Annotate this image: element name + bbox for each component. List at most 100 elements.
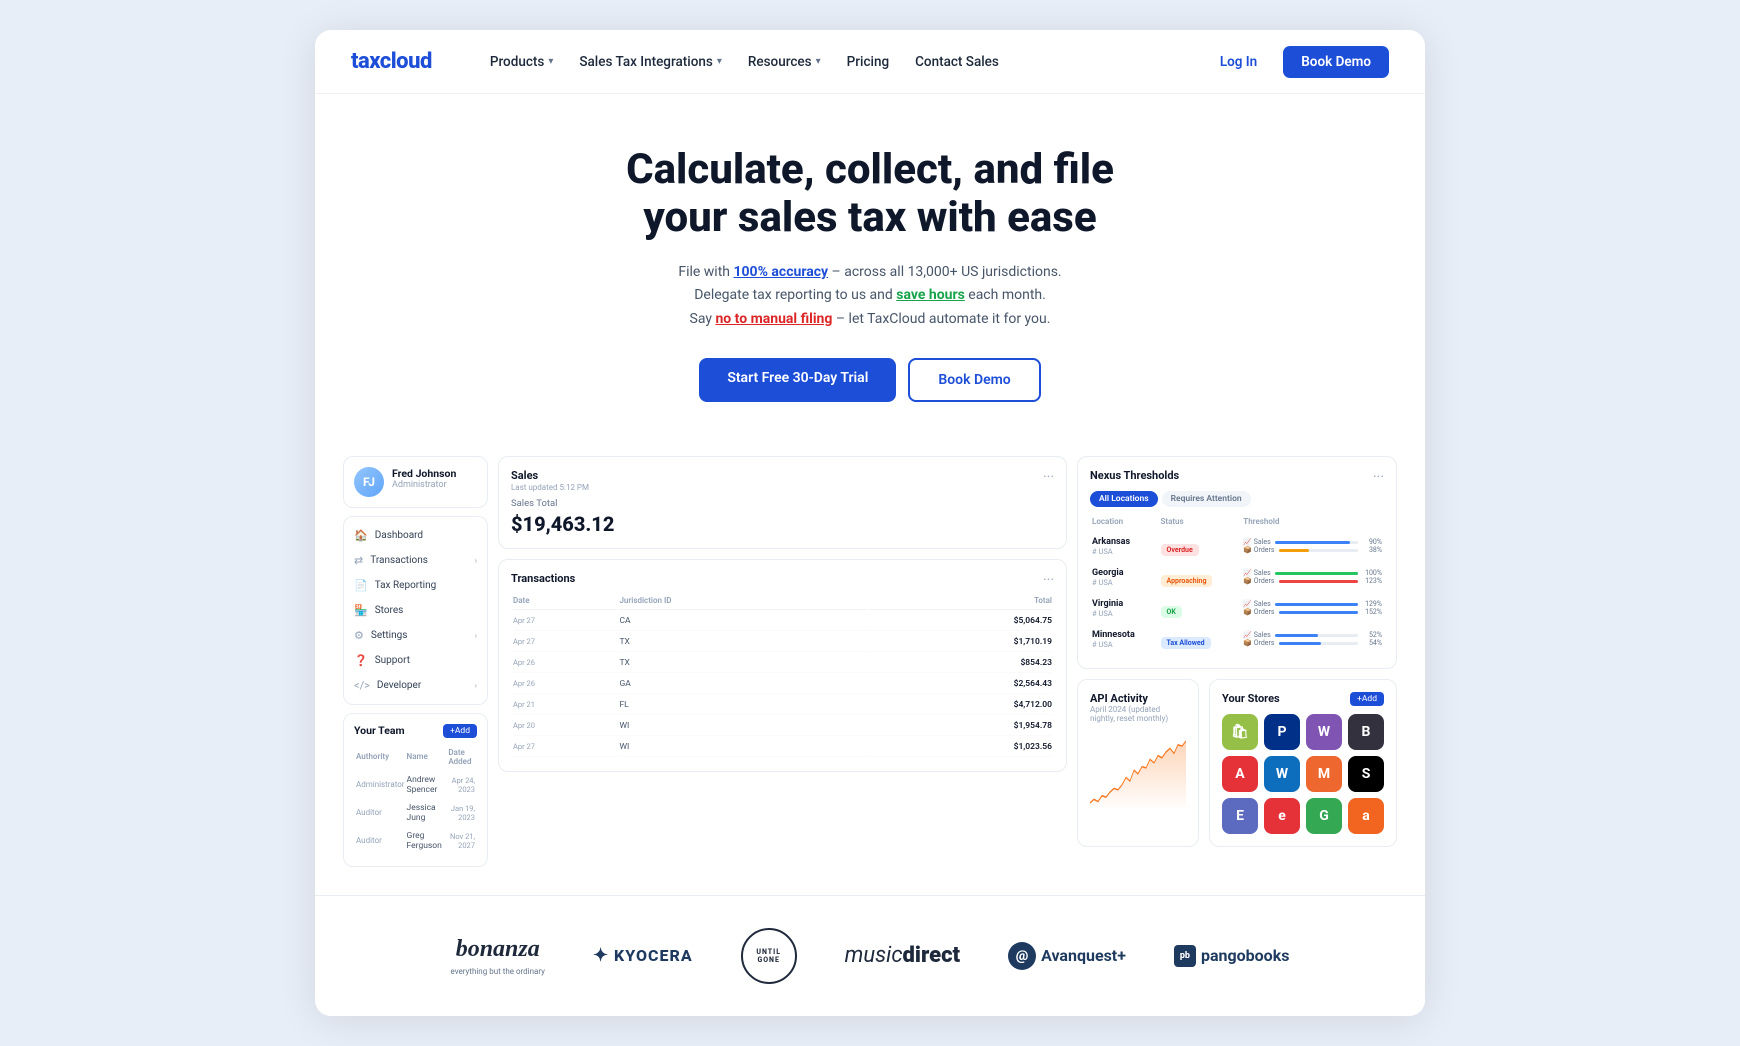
api-header: API Activity April 2024 (updated nightly… [1090, 692, 1186, 731]
sidebar-label: Transactions [370, 555, 428, 566]
transactions-table: Date Jurisdiction ID Total Apr 27 CA $5,… [511, 594, 1054, 759]
sidebar-label: Support [375, 655, 410, 666]
store-icon-google[interactable]: G [1306, 798, 1342, 834]
sales-total-label: Sales Total [511, 498, 1054, 509]
avatar: FJ [354, 467, 384, 497]
sidebar-item-developer[interactable]: </> Developer › [344, 673, 487, 698]
home-icon: 🏠 [354, 529, 368, 542]
add-team-button[interactable]: +Add [443, 724, 477, 738]
stores-card: Your Stores +Add 🛍PWBAWMSEeGa [1209, 679, 1397, 847]
store-icon-amazon[interactable]: A [1222, 756, 1258, 792]
nav-actions: Log In Book Demo [1204, 46, 1389, 78]
transactions-menu-button[interactable]: ··· [1043, 572, 1054, 588]
list-item: Auditor Jessica Jung Jan 19, 2023 [356, 800, 475, 826]
transactions-header: Transactions ··· [511, 572, 1054, 588]
table-row: Arkansas # USA Overdue 📈 Sales 90% 📦 Ord… [1092, 532, 1382, 561]
sidebar-item-transactions[interactable]: ⇄ Transactions › [344, 548, 487, 573]
sidebar-item-dashboard[interactable]: 🏠 Dashboard [344, 523, 487, 548]
chevron-down-icon: ▾ [816, 56, 821, 67]
right-panel: Nexus Thresholds ··· All Locations Requi… [1077, 456, 1397, 867]
sales-card-header: Sales Last updated 5:12 PM ··· [511, 469, 1054, 492]
chevron-down-icon: ▾ [548, 56, 553, 67]
sidebar-panel: FJ Fred Johnson Administrator 🏠 Dashboar… [343, 456, 488, 867]
nexus-tabs: All Locations Requires Attention [1090, 491, 1384, 507]
tab-requires-attention[interactable]: Requires Attention [1162, 491, 1251, 507]
transactions-title: Transactions [511, 572, 575, 585]
stores-title: Your Stores [1222, 692, 1280, 705]
chevron-right-icon: › [475, 681, 477, 690]
report-icon: 📄 [354, 579, 368, 592]
nav-products[interactable]: Products ▾ [480, 48, 564, 76]
sidebar-label: Tax Reporting [375, 580, 437, 591]
nexus-card: Nexus Thresholds ··· All Locations Requi… [1077, 456, 1397, 669]
col-total: Total [869, 596, 1052, 610]
store-icon-squarespace[interactable]: S [1348, 756, 1384, 792]
api-subtitle: April 2024 (updated nightly, reset month… [1090, 705, 1186, 723]
sidebar-item-tax-reporting[interactable]: 📄 Tax Reporting [344, 573, 487, 598]
chevron-right-icon: › [475, 556, 477, 565]
store-icon-woocommerce[interactable]: W [1306, 714, 1342, 750]
trial-button[interactable]: Start Free 30-Day Trial [699, 358, 896, 402]
team-card: Your Team +Add Authority Name Date Added… [343, 713, 488, 867]
logo-bonanza: bonanza everything but the ordinary [451, 936, 545, 976]
store-icon-ebay[interactable]: e [1264, 798, 1300, 834]
sales-subtitle: Last updated 5:12 PM [511, 483, 589, 492]
book-demo-button[interactable]: Book Demo [1283, 46, 1389, 78]
store-icon-other[interactable]: a [1348, 798, 1384, 834]
support-icon: ❓ [354, 654, 368, 667]
nav-sales-tax[interactable]: Sales Tax Integrations ▾ [569, 48, 732, 76]
logo-avanquest: @ Avanquest+ [1008, 942, 1126, 970]
col-authority: Authority [356, 748, 405, 770]
hero-section: Calculate, collect, and file your sales … [315, 94, 1425, 438]
api-title: API Activity [1090, 692, 1186, 705]
col-threshold: Threshold [1243, 517, 1382, 530]
col-date: Date [513, 596, 617, 610]
store-icon-paypal[interactable]: P [1264, 714, 1300, 750]
transactions-card: Transactions ··· Date Jurisdiction ID To… [498, 559, 1067, 772]
sidebar-item-stores[interactable]: 🏪 Stores [344, 598, 487, 623]
sales-total-value: $19,463.12 [511, 512, 1054, 536]
login-button[interactable]: Log In [1204, 47, 1273, 77]
sales-title: Sales [511, 469, 589, 482]
nexus-menu-button[interactable]: ··· [1373, 469, 1384, 485]
chevron-right-icon: › [475, 631, 477, 640]
stores-header: Your Stores +Add [1222, 692, 1384, 706]
sidebar-label: Developer [377, 680, 421, 691]
add-store-button[interactable]: +Add [1350, 692, 1384, 706]
hero-buttons: Start Free 30-Day Trial Book Demo [355, 358, 1385, 402]
dev-icon: </> [354, 679, 370, 692]
nexus-table: Location Status Threshold Arkansas # USA… [1090, 515, 1384, 656]
sidebar-item-support[interactable]: ❓ Support [344, 648, 487, 673]
col-location: Location [1092, 517, 1159, 530]
col-jurisdiction: Jurisdiction ID [619, 596, 867, 610]
sidebar-nav: 🏠 Dashboard ⇄ Transactions › 📄 Tax Repor… [343, 516, 488, 705]
transactions-icon: ⇄ [354, 554, 363, 567]
nav-contact[interactable]: Contact Sales [905, 48, 1009, 76]
logos-section: bonanza everything but the ordinary ✦ KY… [315, 895, 1425, 1016]
user-role: Administrator [392, 480, 456, 490]
book-demo-hero-button[interactable]: Book Demo [908, 358, 1040, 402]
store-icon-shopify[interactable]: 🛍 [1222, 714, 1258, 750]
store-icon-wix[interactable]: W [1264, 756, 1300, 792]
center-panel: Sales Last updated 5:12 PM ··· Sales Tot… [498, 456, 1067, 867]
store-icon-magento[interactable]: M [1306, 756, 1342, 792]
sidebar-item-settings[interactable]: ⚙ Settings › [344, 623, 487, 648]
sales-menu-button[interactable]: ··· [1043, 469, 1054, 485]
table-row: Apr 27 CA $5,064.75 [513, 612, 1052, 631]
bottom-row: API Activity April 2024 (updated nightly… [1077, 679, 1397, 847]
table-row: Apr 27 TX $1,710.19 [513, 633, 1052, 652]
store-icon-etsy[interactable]: E [1222, 798, 1258, 834]
logo-until-gone: UNTIL GONE [741, 928, 797, 984]
api-card: API Activity April 2024 (updated nightly… [1077, 679, 1199, 847]
user-info: Fred Johnson Administrator [392, 467, 456, 490]
store-icon-bigcommerce[interactable]: B [1348, 714, 1384, 750]
dashboard-preview: FJ Fred Johnson Administrator 🏠 Dashboar… [315, 438, 1425, 895]
table-row: Apr 26 TX $854.23 [513, 654, 1052, 673]
nav-pricing[interactable]: Pricing [837, 48, 899, 76]
tab-all-locations[interactable]: All Locations [1090, 491, 1158, 507]
stores-grid: 🛍PWBAWMSEeGa [1222, 714, 1384, 834]
nav-resources[interactable]: Resources ▾ [738, 48, 831, 76]
logo[interactable]: taxcloud [351, 49, 432, 74]
nexus-header: Nexus Thresholds ··· [1090, 469, 1384, 485]
user-card: FJ Fred Johnson Administrator [343, 456, 488, 508]
